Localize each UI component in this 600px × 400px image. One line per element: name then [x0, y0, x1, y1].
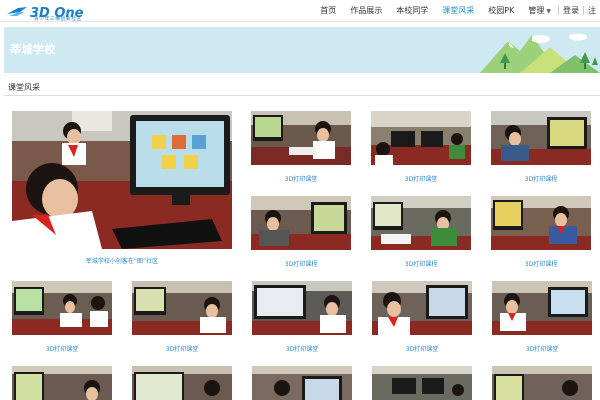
gallery-photo[interactable] — [252, 281, 352, 335]
gallery-caption[interactable]: 3D打印课程 — [491, 259, 591, 268]
gallery-photo[interactable] — [371, 196, 471, 250]
nav-home[interactable]: 首页 — [313, 0, 343, 21]
school-name: 莘城学校 — [10, 43, 56, 56]
gallery-caption[interactable]: 3D打印课程 — [251, 259, 351, 268]
section-header: 课堂风采 — [4, 78, 600, 96]
nav-campus-pk[interactable]: 校园PK — [481, 0, 521, 21]
gallery-caption[interactable]: 3D打印课堂 — [371, 174, 471, 183]
gallery-photo[interactable] — [372, 366, 472, 400]
gallery-photo[interactable] — [251, 111, 351, 165]
section-title: 课堂风采 — [8, 83, 40, 92]
gallery-photo[interactable] — [371, 111, 471, 165]
logo-wing-icon — [6, 6, 28, 20]
featured-photo[interactable] — [12, 111, 232, 249]
gallery-photo[interactable] — [492, 281, 592, 335]
chevron-down-icon: ▼ — [546, 8, 551, 15]
gallery-caption[interactable]: 3D打印课堂 — [251, 174, 351, 183]
school-banner: 莘城学校 — [4, 27, 600, 73]
register-link[interactable]: 注 — [584, 5, 600, 16]
logo-subtitle: 青少年三维创新社区 — [34, 16, 82, 22]
site-logo[interactable]: 3D One 青少年三维创新社区 — [6, 2, 84, 22]
gallery-photo[interactable] — [132, 281, 232, 335]
gallery-photo[interactable] — [372, 281, 472, 335]
gallery-photo[interactable] — [491, 196, 591, 250]
gallery-photo[interactable] — [491, 111, 591, 165]
gallery-caption[interactable]: 3D打印课堂 — [132, 344, 232, 353]
gallery-photo[interactable] — [132, 366, 232, 400]
main-nav: 首页 作品展示 本校同学 课堂风采 校园PK 管理 ▼ 登录 注 — [313, 0, 600, 21]
nav-works[interactable]: 作品展示 — [343, 0, 389, 21]
nav-classmates[interactable]: 本校同学 — [389, 0, 435, 21]
featured-caption[interactable]: 莘城学校小创客在“图”社区 — [12, 256, 232, 265]
gallery-photo[interactable] — [12, 366, 112, 400]
gallery-caption[interactable]: 3D打印课程 — [371, 259, 471, 268]
gallery-caption[interactable]: 3D打印课堂 — [372, 344, 472, 353]
gallery-photo[interactable] — [251, 196, 351, 250]
login-link[interactable]: 登录 — [559, 5, 583, 16]
nav-classroom[interactable]: 课堂风采 — [435, 0, 481, 21]
gallery-photo[interactable] — [12, 281, 112, 335]
mountain-illustration — [480, 33, 600, 73]
nav-manage[interactable]: 管理 ▼ — [521, 0, 558, 21]
gallery-caption[interactable]: 3D打印课堂 — [12, 344, 112, 353]
gallery-caption[interactable]: 3D打印课程 — [491, 174, 591, 183]
top-navigation-bar: 3D One 青少年三维创新社区 首页 作品展示 本校同学 课堂风采 校园PK … — [0, 0, 600, 22]
gallery-caption[interactable]: 3D打印课堂 — [492, 344, 592, 353]
gallery-photo[interactable] — [252, 366, 352, 400]
nav-manage-label: 管理 — [528, 6, 545, 15]
gallery-photo[interactable] — [492, 366, 592, 400]
gallery-caption[interactable]: 3D打印课堂 — [252, 344, 352, 353]
